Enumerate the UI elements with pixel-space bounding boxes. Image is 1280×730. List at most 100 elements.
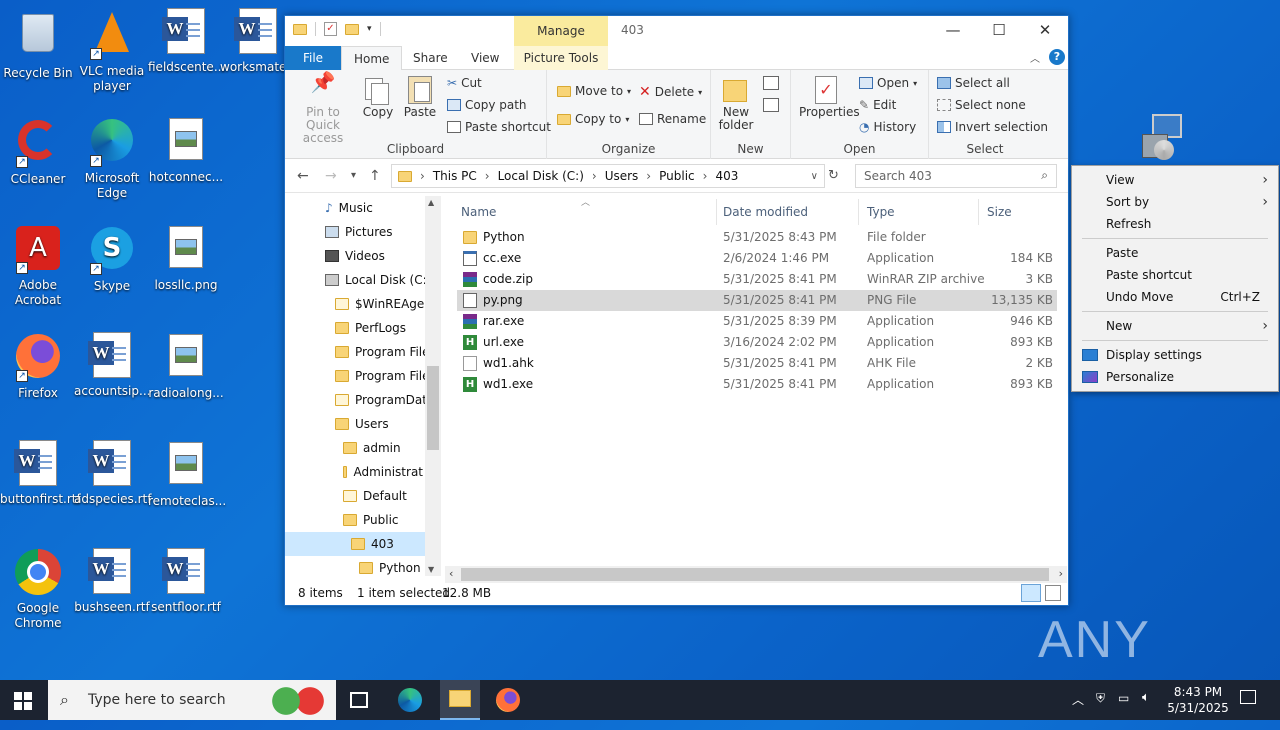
file-row-selected[interactable]: py.png 5/31/2025 8:41 PM PNG File 13,135… <box>457 290 1057 311</box>
network-icon[interactable]: ▭ <box>1118 691 1129 705</box>
file-row[interactable]: rar.exe 5/31/2025 8:39 PM Application 94… <box>457 311 1057 332</box>
skype-icon[interactable]: S ↗ Skype <box>74 224 150 294</box>
tab-home[interactable]: Home <box>341 46 403 71</box>
cut-button[interactable]: ✂ Cut <box>447 76 482 90</box>
file-row[interactable]: H wd1.exe 5/31/2025 8:41 PM Application … <box>457 374 1057 395</box>
paste-button[interactable]: Paste <box>401 76 439 119</box>
scrollbar-thumb[interactable] <box>461 568 1049 581</box>
nav-item-selected[interactable]: 403 <box>285 532 425 556</box>
word-doc-icon[interactable]: W adspecies.rtf <box>74 440 151 507</box>
nav-item-videos[interactable]: Videos <box>325 244 385 268</box>
chrome-icon[interactable]: Google Chrome <box>0 548 76 631</box>
edit-button[interactable]: ✎ Edit <box>859 98 896 112</box>
help-icon[interactable]: ? <box>1049 49 1065 65</box>
rename-button[interactable]: Rename <box>639 112 706 126</box>
search-input[interactable]: Search 403 ⌕ <box>855 164 1057 188</box>
nav-item-folder[interactable]: Public <box>343 508 399 532</box>
edge-taskbar-icon[interactable] <box>398 688 422 712</box>
maximize-button[interactable]: ☐ <box>976 16 1022 46</box>
task-view-icon[interactable] <box>350 692 368 708</box>
nav-item-pictures[interactable]: Pictures <box>325 220 393 244</box>
nav-item-local-disk[interactable]: Local Disk (C:) <box>325 268 431 292</box>
menu-item-view[interactable]: View › <box>1072 169 1278 191</box>
notifications-icon[interactable] <box>1240 690 1256 704</box>
menu-item-paste[interactable]: Paste <box>1072 242 1278 264</box>
ccleaner-icon[interactable]: ↗ CCleaner <box>0 116 76 187</box>
edge-icon[interactable]: ↗ Microsoft Edge <box>74 116 150 201</box>
manage-tab[interactable]: Manage <box>514 16 608 46</box>
show-hidden-icons-icon[interactable]: ︿ <box>1072 691 1084 708</box>
minimize-button[interactable]: — <box>930 16 976 46</box>
nav-item-folder[interactable]: Python <box>359 556 421 580</box>
copy-to-button[interactable]: Copy to ▾ <box>557 112 629 126</box>
back-arrow-icon[interactable]: ← <box>297 168 309 184</box>
details-view-icon[interactable] <box>1021 584 1041 602</box>
history-button[interactable]: ◔ History <box>859 120 916 134</box>
open-button[interactable]: Open ▾ <box>859 76 917 90</box>
image-file-icon[interactable]: remoteclas... <box>148 440 226 509</box>
clock[interactable]: 8:43 PM 5/31/2025 <box>1166 684 1230 716</box>
breadcrumb-item[interactable]: This PC <box>433 169 477 183</box>
breadcrumb-item[interactable]: Users <box>605 169 639 183</box>
file-row[interactable]: cc.exe 2/6/2024 1:46 PM Application 184 … <box>457 248 1057 269</box>
menu-item-paste-shortcut[interactable]: Paste shortcut <box>1072 264 1278 286</box>
menu-item-personalize[interactable]: Personalize <box>1072 366 1278 388</box>
scroll-right-icon[interactable]: › <box>1059 567 1063 580</box>
word-doc-icon[interactable]: W accountsip... <box>74 332 150 399</box>
scroll-down-icon[interactable]: ▼ <box>428 565 434 574</box>
menu-item-new[interactable]: New › <box>1072 315 1278 337</box>
vlc-icon[interactable]: ↗ VLC media player <box>74 8 150 94</box>
file-row[interactable]: wd1.ahk 5/31/2025 8:41 PM AHK File 2 KB <box>457 353 1057 374</box>
word-doc-icon[interactable]: W fieldscente... <box>148 8 225 75</box>
breadcrumb-item[interactable]: Public <box>659 169 695 183</box>
nav-item-folder[interactable]: ProgramData <box>335 388 434 412</box>
explorer-taskbar-icon[interactable] <box>440 680 480 720</box>
column-type[interactable]: Type <box>867 199 979 225</box>
new-folder-button[interactable]: New folder <box>715 76 757 132</box>
copy-button[interactable]: Copy <box>361 76 395 119</box>
column-size[interactable]: Size <box>987 199 1057 225</box>
copy-path-button[interactable]: Copy path <box>447 98 527 112</box>
nav-item-folder[interactable]: admin <box>343 436 401 460</box>
scrollbar-thumb[interactable] <box>427 366 439 450</box>
breadcrumb-item[interactable]: Local Disk (C:) <box>498 169 584 183</box>
menu-item-undo-move[interactable]: Undo Move Ctrl+Z <box>1072 286 1278 308</box>
properties-icon[interactable]: ✓ <box>324 22 337 36</box>
close-button[interactable]: ✕ <box>1022 16 1068 46</box>
select-none-button[interactable]: Select none <box>937 98 1026 112</box>
nav-item-folder[interactable]: Administrat <box>343 460 423 484</box>
address-bar[interactable]: › This PC › Local Disk (C:) › Users › Publi… <box>391 164 825 188</box>
image-file-icon[interactable]: hotconnec... <box>148 116 224 185</box>
new-folder-icon[interactable] <box>345 23 359 35</box>
word-doc-icon[interactable]: W sentfloor.rtf <box>148 548 224 615</box>
up-arrow-icon[interactable]: ↑ <box>369 168 381 184</box>
firefox-icon[interactable]: ↗ Firefox <box>0 332 76 401</box>
start-button[interactable] <box>14 692 32 710</box>
tab-picture-tools[interactable]: Picture Tools <box>514 46 608 70</box>
image-file-icon[interactable]: radioalong... <box>148 332 224 401</box>
volume-icon[interactable]: 🔈︎ <box>1142 690 1150 705</box>
invert-selection-button[interactable]: Invert selection <box>937 120 1048 134</box>
word-doc-icon[interactable]: W buttonfirst.rtf <box>0 440 81 507</box>
nav-item-folder[interactable]: Default <box>343 484 407 508</box>
scroll-up-icon[interactable]: ▲ <box>428 198 434 207</box>
file-row[interactable]: code.zip 5/31/2025 8:41 PM WinRAR ZIP ar… <box>457 269 1057 290</box>
breadcrumb-item[interactable]: 403 <box>715 169 738 183</box>
word-doc-icon[interactable]: W bushseen.rtf <box>74 548 150 615</box>
scroll-left-icon[interactable]: ‹ <box>449 567 453 580</box>
properties-button[interactable]: ✓ Properties <box>799 76 860 119</box>
nav-item-folder[interactable]: $WinREAgent <box>335 292 437 316</box>
nav-item-music[interactable]: ♪ Music <box>325 196 373 220</box>
recent-chevron-icon[interactable]: ▾ <box>351 170 356 181</box>
pin-quick-access-button[interactable]: 📌 Pin to Quick access <box>289 72 357 145</box>
refresh-icon[interactable]: ↻ <box>828 168 839 183</box>
file-row[interactable]: Python 5/31/2025 8:43 PM File folder <box>457 227 1057 248</box>
move-to-button[interactable]: Move to ▾ <box>557 84 631 98</box>
large-icons-view-icon[interactable] <box>1045 585 1061 601</box>
tab-file[interactable]: File <box>285 46 341 70</box>
nav-scrollbar[interactable]: ▲ ▼ <box>425 196 441 576</box>
acrobat-icon[interactable]: A ↗ Adobe Acrobat <box>0 224 76 308</box>
paste-shortcut-button[interactable]: Paste shortcut <box>447 120 551 134</box>
address-dropdown-icon[interactable]: ∨ <box>811 171 818 182</box>
chevron-down-icon[interactable]: ▾ <box>367 24 372 34</box>
